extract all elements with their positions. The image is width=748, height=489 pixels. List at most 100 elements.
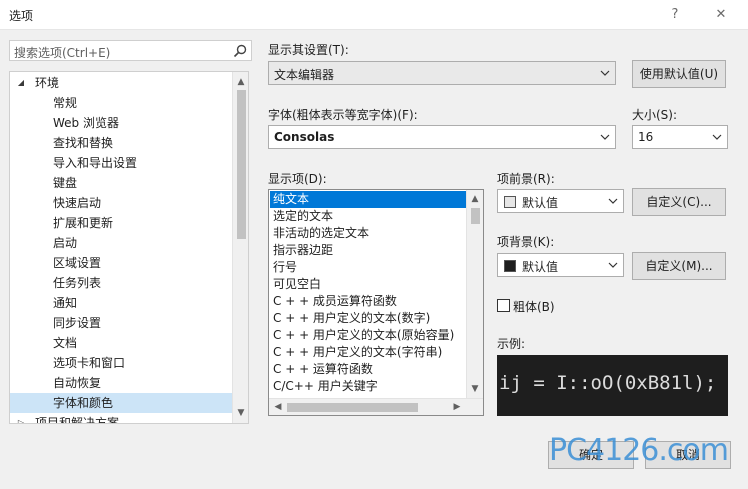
title-bar bbox=[0, 0, 748, 30]
display-settings-select[interactable]: 文本编辑器 bbox=[268, 61, 616, 85]
chevron-down-icon bbox=[608, 198, 618, 204]
tree-item[interactable]: 任务列表 bbox=[10, 273, 232, 293]
scroll-up-icon[interactable]: ▲ bbox=[233, 74, 248, 90]
tree-item[interactable]: 区域设置 bbox=[10, 253, 232, 273]
list-vscrollbar[interactable]: ▲ ▼ bbox=[466, 190, 483, 398]
tree-item[interactable]: 导入和导出设置 bbox=[10, 153, 232, 173]
bold-label: 粗体(B) bbox=[513, 300, 555, 314]
scroll-thumb[interactable] bbox=[287, 403, 418, 412]
tree-item-label: Web 浏览器 bbox=[53, 116, 119, 130]
tree-item-label: 快速启动 bbox=[53, 196, 102, 210]
list-item[interactable]: 可见空白 bbox=[270, 276, 466, 293]
list-item[interactable]: C + + 用户定义的文本(原始容量) bbox=[270, 327, 466, 344]
list-item[interactable]: 非活动的选定文本 bbox=[270, 225, 466, 242]
help-button[interactable]: ? bbox=[664, 4, 686, 26]
scroll-right-icon[interactable]: ▶ bbox=[449, 399, 465, 415]
display-settings-label: 显示其设置(T): bbox=[268, 43, 349, 57]
watermark-logo: PC4126.com bbox=[549, 433, 729, 468]
tree-node-label: 项目和解决方案 bbox=[35, 416, 120, 424]
foreground-value: 默认值 bbox=[522, 196, 559, 210]
tree-item[interactable]: 键盘 bbox=[10, 173, 232, 193]
chevron-down-icon bbox=[608, 262, 618, 268]
tree-item-label: 区域设置 bbox=[53, 256, 102, 270]
tree-item[interactable]: Web 浏览器 bbox=[10, 113, 232, 133]
list-item[interactable]: 行号 bbox=[270, 259, 466, 276]
tree-item[interactable]: 选项卡和窗口 bbox=[10, 353, 232, 373]
tree-item-label: 字体和颜色 bbox=[53, 396, 114, 410]
tree-item[interactable]: 同步设置 bbox=[10, 313, 232, 333]
size-value: 16 bbox=[638, 130, 654, 144]
tree-scrollbar[interactable]: ▲ ▼ bbox=[232, 72, 248, 423]
background-swatch bbox=[504, 260, 516, 272]
tree-item-label: 任务列表 bbox=[53, 276, 102, 290]
tree-item-label: 扩展和更新 bbox=[53, 216, 114, 230]
close-button[interactable]: ✕ bbox=[710, 4, 732, 26]
list-hscrollbar[interactable]: ◀ ▶ bbox=[269, 398, 483, 415]
background-value: 默认值 bbox=[522, 260, 559, 274]
tree-item-label: 自动恢复 bbox=[53, 376, 102, 390]
tree-item[interactable]: 扩展和更新 bbox=[10, 213, 232, 233]
foreground-label: 项前景(R): bbox=[497, 172, 555, 186]
collapse-arrow-icon[interactable]: ◢ bbox=[16, 73, 26, 93]
options-tree: ◢ 环境 常规 Web 浏览器 查找和替换导入和导出设置 键盘快速启动扩展和更新启动区… bbox=[9, 71, 249, 424]
tree-item-label: 通知 bbox=[53, 296, 78, 310]
scroll-down-icon[interactable]: ▼ bbox=[467, 381, 483, 397]
background-select[interactable]: 默认值 bbox=[497, 253, 624, 277]
sample-text: ij = I::oO(0xB81l); bbox=[499, 372, 717, 394]
tree-item-label: 同步设置 bbox=[53, 316, 102, 330]
tree-item[interactable]: 自动恢复 bbox=[10, 373, 232, 393]
tree-item[interactable]: 字体和颜色 bbox=[10, 393, 232, 413]
scroll-thumb[interactable] bbox=[471, 208, 480, 224]
scroll-left-icon[interactable]: ◀ bbox=[270, 399, 286, 415]
scroll-up-icon[interactable]: ▲ bbox=[467, 191, 483, 207]
list-item[interactable]: C + + 成员运算符函数 bbox=[270, 293, 466, 310]
display-items-list[interactable]: 纯文本 选定的文本 非活动的选定文本 指示器边距 行号 可见空白 C + + 成员运算符函数… bbox=[268, 189, 484, 416]
tree-item-label: 常规 bbox=[53, 96, 78, 110]
sample-preview: ij = I::oO(0xB81l); bbox=[497, 355, 728, 416]
list-item[interactable]: 指示器边距 bbox=[270, 242, 466, 259]
font-select[interactable]: Consolas bbox=[268, 125, 616, 149]
tree-item-label: 查找和替换 bbox=[53, 136, 114, 150]
tree-item[interactable]: 快速启动 bbox=[10, 193, 232, 213]
size-select[interactable]: 16 bbox=[632, 125, 728, 149]
tree-item[interactable]: 常规 bbox=[10, 93, 232, 113]
search-icon[interactable] bbox=[232, 43, 248, 59]
list-item[interactable]: C + + 用户定义的文本(字符串) bbox=[270, 344, 466, 361]
custom-foreground-button[interactable]: 自定义(C)... bbox=[632, 188, 726, 216]
foreground-swatch bbox=[504, 196, 516, 208]
chevron-down-icon bbox=[712, 134, 722, 140]
tree-item-label: 文档 bbox=[53, 336, 78, 350]
search-placeholder: 搜索选项(Ctrl+E) bbox=[14, 46, 111, 60]
background-label: 项背景(K): bbox=[497, 235, 555, 249]
tree-item-label: 启动 bbox=[53, 236, 78, 250]
font-value: Consolas bbox=[274, 130, 335, 144]
tree-node-projects[interactable]: ▷ 项目和解决方案 bbox=[10, 413, 232, 424]
tree-item-label: 键盘 bbox=[53, 176, 78, 190]
list-item[interactable]: C + + 用户定义的文本(数字) bbox=[270, 310, 466, 327]
sample-label: 示例: bbox=[497, 337, 526, 351]
font-label: 字体(粗体表示等宽字体)(F): bbox=[268, 108, 418, 122]
foreground-select[interactable]: 默认值 bbox=[497, 189, 624, 213]
use-defaults-button[interactable]: 使用默认值(U) bbox=[632, 60, 726, 88]
search-input[interactable]: 搜索选项(Ctrl+E) bbox=[9, 40, 252, 61]
display-items-label: 显示项(D): bbox=[268, 172, 327, 186]
list-item[interactable]: C/C++ 用户关键字 bbox=[270, 378, 466, 395]
custom-background-button[interactable]: 自定义(M)... bbox=[632, 252, 726, 280]
tree-item[interactable]: 文档 bbox=[10, 333, 232, 353]
scroll-down-icon[interactable]: ▼ bbox=[233, 405, 248, 421]
list-item[interactable]: 选定的文本 bbox=[270, 208, 466, 225]
bold-checkbox[interactable] bbox=[497, 299, 510, 312]
chevron-down-icon bbox=[600, 70, 610, 76]
list-item[interactable]: 纯文本 bbox=[270, 191, 466, 208]
expand-arrow-icon[interactable]: ▷ bbox=[16, 413, 26, 423]
tree-node-environment[interactable]: ◢ 环境 bbox=[10, 73, 232, 93]
chevron-down-icon bbox=[600, 134, 610, 140]
window-title: 选项 bbox=[9, 9, 34, 23]
tree-item-label: 导入和导出设置 bbox=[53, 156, 138, 170]
tree-item[interactable]: 查找和替换 bbox=[10, 133, 232, 153]
scroll-thumb[interactable] bbox=[237, 90, 246, 239]
tree-item[interactable]: 启动 bbox=[10, 233, 232, 253]
list-item[interactable]: C + + 运算符函数 bbox=[270, 361, 466, 378]
size-label: 大小(S): bbox=[632, 108, 678, 122]
tree-item[interactable]: 通知 bbox=[10, 293, 232, 313]
